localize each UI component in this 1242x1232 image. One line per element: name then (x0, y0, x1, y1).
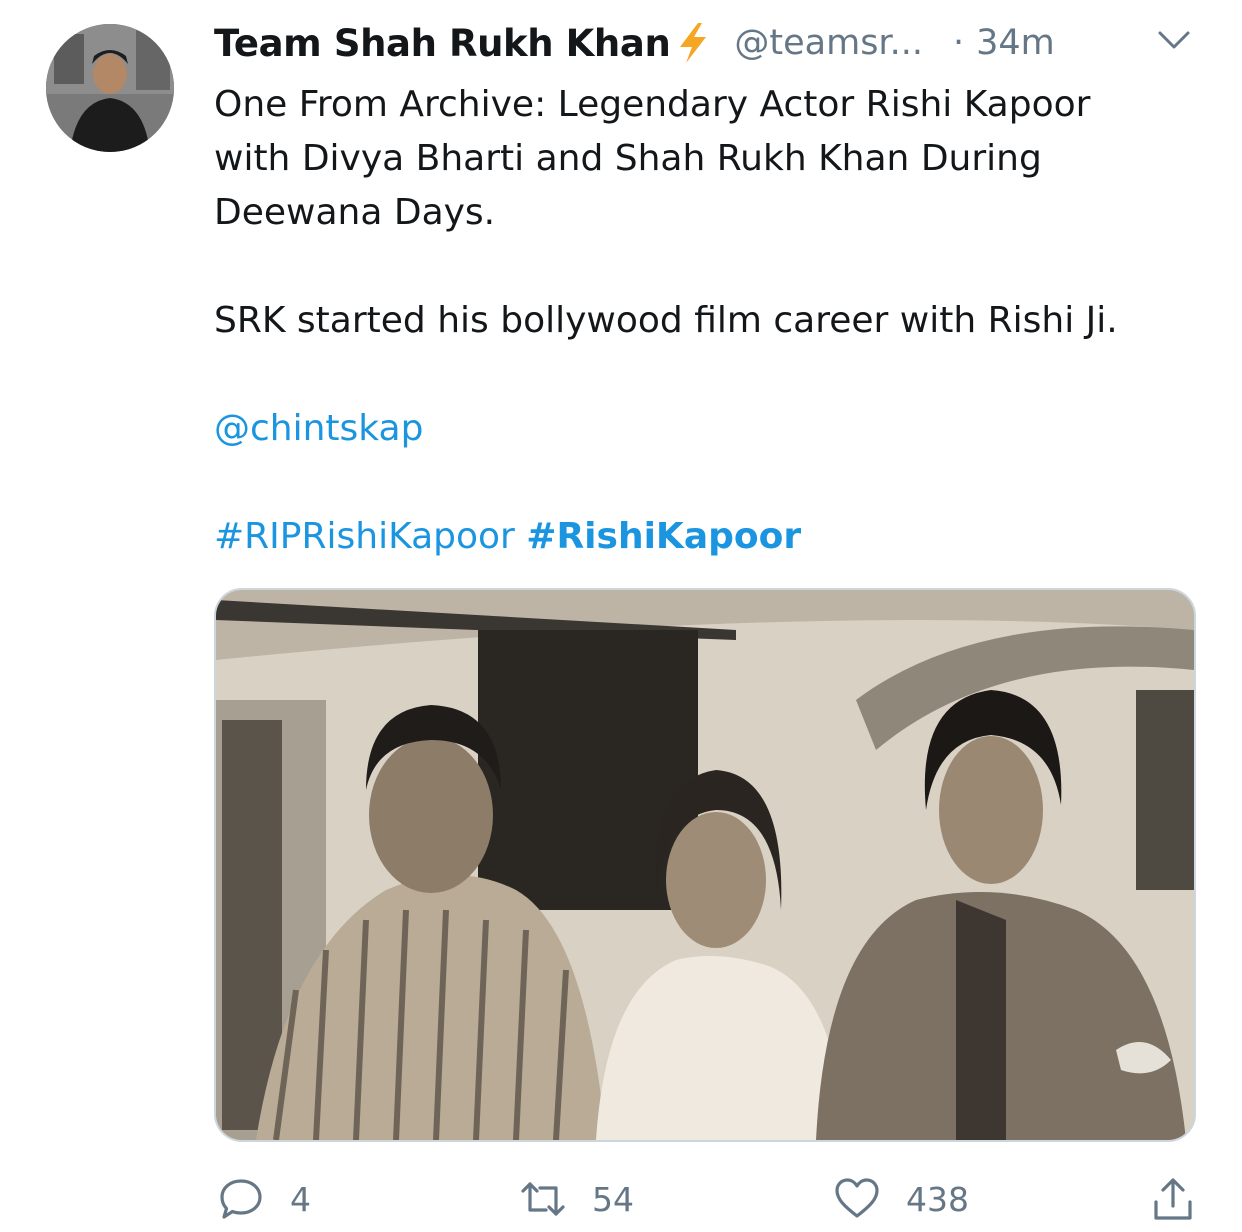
reply-icon (220, 1179, 262, 1219)
hashtag-link[interactable]: #RishiKapoor (526, 516, 801, 557)
reply-count: 4 (290, 1179, 311, 1219)
tweet-text-line: Deewana Days. (214, 192, 496, 233)
retweet-count: 54 (592, 1179, 634, 1219)
retweet-button[interactable]: 54 (520, 1172, 634, 1226)
tweet-text: One From Archive: Legendary Actor Rishi … (214, 78, 1214, 564)
tweet-photo[interactable] (214, 588, 1196, 1142)
display-name[interactable]: Team Shah Rukh Khan (214, 22, 671, 65)
lightning-bolt-icon (672, 21, 712, 65)
tweet-actions: 4 54 438 (214, 1172, 1204, 1226)
hashtag-link[interactable]: #RIPRishiKapoor (214, 516, 515, 557)
chevron-down-icon[interactable] (1156, 28, 1192, 52)
time-separator: · (952, 23, 965, 63)
heart-icon (835, 1178, 879, 1218)
reply-button[interactable]: 4 (218, 1172, 311, 1226)
like-button[interactable]: 438 (834, 1172, 969, 1226)
share-icon (1154, 1178, 1192, 1220)
like-count: 438 (906, 1179, 969, 1219)
tweet-header: Team Shah Rukh Khan @teamsr... · 34m (214, 18, 1214, 68)
tweet-text-line: SRK started his bollywood film career wi… (214, 300, 1118, 341)
tweet[interactable]: Team Shah Rukh Khan @teamsr... · 34m One… (0, 0, 1242, 1232)
retweet-icon (521, 1182, 565, 1216)
avatar[interactable] (46, 24, 174, 152)
share-button[interactable] (1150, 1172, 1196, 1226)
user-handle[interactable]: @teamsr... (734, 23, 923, 63)
tweet-text-line: One From Archive: Legendary Actor Rishi … (214, 84, 1091, 125)
tweet-timestamp[interactable]: 34m (976, 23, 1055, 63)
tweet-text-line: with Divya Bharti and Shah Rukh Khan Dur… (214, 138, 1042, 179)
mention-link[interactable]: @chintskap (214, 408, 423, 449)
